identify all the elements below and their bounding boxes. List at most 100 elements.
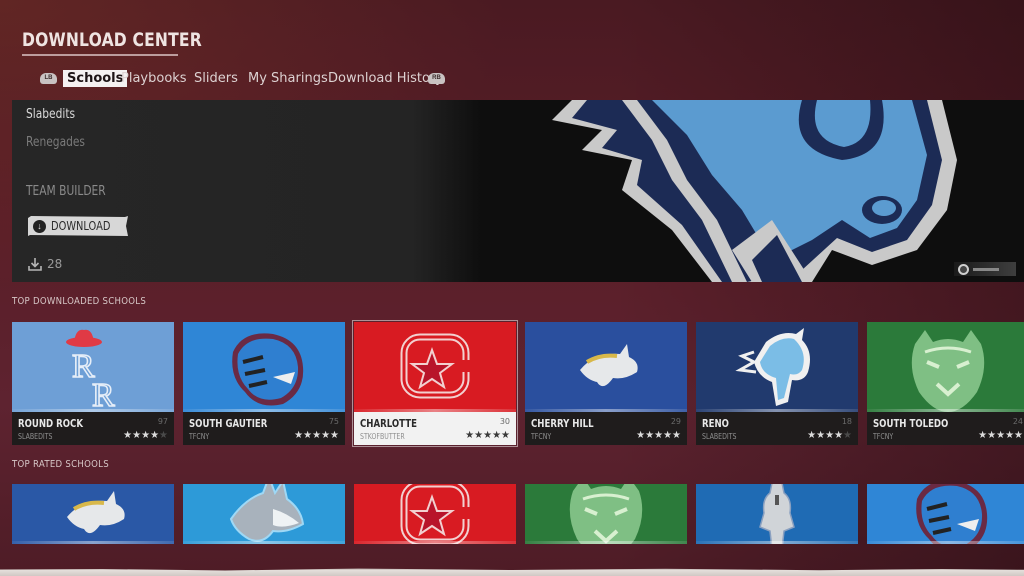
star-filled-icon: ★ — [150, 430, 160, 441]
school-name: CHERRY HILL — [531, 417, 594, 430]
school-card[interactable]: SOUTH GAUTIER TFCNY 75 ★ ★ ★ ★ ★ — [183, 322, 345, 445]
school-card[interactable] — [525, 484, 687, 544]
featured-author: Slabedits — [26, 107, 76, 122]
download-arrow-icon: ↓ — [33, 219, 46, 233]
star-rating: ★ ★ ★ ★ ★ — [978, 431, 1023, 441]
star-empty-icon: ★ — [159, 430, 168, 441]
star-filled-icon: ★ — [330, 430, 339, 441]
card-art — [183, 484, 345, 544]
knight-logo-icon — [759, 484, 795, 544]
card-info: SOUTH TOLEDO TFCNY 24 ★ ★ ★ ★ ★ — [867, 412, 1024, 445]
card-art — [696, 322, 858, 412]
right-stick-icon — [958, 263, 969, 275]
green-tiger-logo-icon — [911, 330, 985, 412]
school-card[interactable]: RR ROUND ROCK SLABEDITS 97 ★ ★ ★ ★ ★ — [12, 322, 174, 445]
star-filled-icon: ★ — [1005, 430, 1015, 441]
tab-sliders[interactable]: Sliders — [190, 70, 242, 87]
horse-logo-icon — [735, 328, 810, 406]
featured-banner[interactable]: Slabedits Renegades TEAM BUILDER ↓ DOWNL… — [12, 100, 1024, 282]
top-rated-row — [12, 484, 1024, 544]
school-card[interactable]: CHERRY HILL TFCNY 29 ★ ★ ★ ★ ★ — [525, 322, 687, 445]
school-name: SOUTH TOLEDO — [873, 417, 949, 430]
star-filled-icon: ★ — [654, 430, 664, 441]
tab-my-sharings[interactable]: My Sharings — [244, 70, 332, 87]
card-art — [354, 484, 516, 544]
rr-cowboy-hat-logo-icon: RR — [66, 329, 116, 412]
download-count: 18 — [841, 417, 852, 426]
tab-playbooks[interactable]: Playbooks — [117, 70, 191, 87]
card-art: RR — [12, 322, 174, 412]
school-card[interactable] — [12, 484, 174, 544]
star-filled-icon: ★ — [141, 430, 151, 441]
featured-team-name: Renegades — [26, 135, 85, 150]
star-filled-icon: ★ — [816, 430, 826, 441]
green-tiger-logo-icon — [569, 484, 643, 544]
star-filled-icon: ★ — [987, 430, 997, 441]
download-count: 97 — [157, 417, 168, 426]
school-author: TFCNY — [873, 432, 894, 441]
star-filled-icon: ★ — [501, 430, 510, 441]
star-filled-icon: ★ — [834, 430, 844, 441]
star-filled-icon: ★ — [996, 430, 1006, 441]
star-filled-icon: ★ — [465, 430, 475, 441]
download-count: 29 — [670, 417, 681, 426]
husky-logo-icon — [229, 484, 305, 542]
star-filled-icon: ★ — [492, 430, 502, 441]
tab-bar: LB Schools Playbooks Sliders My Sharings… — [40, 68, 445, 88]
school-card[interactable] — [183, 484, 345, 544]
download-button[interactable]: ↓ DOWNLOAD — [28, 216, 128, 236]
star-filled-icon: ★ — [321, 430, 331, 441]
featured-category: TEAM BUILDER — [26, 184, 106, 199]
card-info: SOUTH GAUTIER TFCNY 75 ★ ★ ★ ★ ★ — [183, 412, 345, 445]
star-filled-icon: ★ — [672, 430, 681, 441]
school-card[interactable]: RENO SLABEDITS 18 ★ ★ ★ ★ ★ — [696, 322, 858, 445]
download-count: 30 — [499, 417, 510, 426]
tiger-logo-icon — [232, 333, 304, 406]
star-filled-icon: ★ — [807, 430, 817, 441]
torn-paper-edge — [0, 568, 1024, 576]
star-rating: ★ ★ ★ ★ ★ — [636, 431, 681, 441]
school-card[interactable] — [696, 484, 858, 544]
school-card[interactable] — [354, 484, 516, 544]
school-name: ROUND ROCK — [18, 417, 84, 430]
school-card[interactable] — [867, 484, 1024, 544]
page-title: DOWNLOAD CENTER — [22, 29, 202, 51]
star-filled-icon: ★ — [294, 430, 304, 441]
download-count: 28 — [28, 257, 62, 271]
c-star-logo-icon — [400, 333, 471, 399]
right-stick-scroll-control[interactable] — [954, 262, 1016, 276]
star-rating: ★ ★ ★ ★ ★ — [465, 431, 510, 441]
download-tray-icon — [28, 257, 42, 271]
card-info: CHARLOTTE STKOFBUTTER 30 ★ ★ ★ ★ ★ — [354, 412, 516, 445]
school-card-selected[interactable]: CHARLOTTE STKOFBUTTER 30 ★ ★ ★ ★ ★ — [352, 320, 518, 447]
school-author: STKOFBUTTER — [360, 432, 405, 441]
download-button-label: DOWNLOAD — [51, 219, 111, 233]
card-art — [354, 322, 516, 412]
star-filled-icon: ★ — [645, 430, 655, 441]
star-filled-icon: ★ — [825, 430, 835, 441]
rb-bumper-icon[interactable]: RB — [428, 72, 445, 84]
star-filled-icon: ★ — [483, 430, 493, 441]
star-filled-icon: ★ — [123, 430, 133, 441]
school-name: CHARLOTTE — [360, 417, 417, 430]
star-rating: ★ ★ ★ ★ ★ — [807, 431, 852, 441]
school-name: SOUTH GAUTIER — [189, 417, 268, 430]
star-filled-icon: ★ — [663, 430, 673, 441]
title-underline — [22, 54, 178, 56]
top-downloaded-row: RR ROUND ROCK SLABEDITS 97 ★ ★ ★ ★ ★ SOUTH G… — [12, 320, 1024, 447]
star-filled-icon: ★ — [312, 430, 322, 441]
card-art — [525, 322, 687, 412]
top-rated-label: TOP RATED SCHOOLS — [12, 459, 109, 470]
school-author: SLABEDITS — [18, 432, 53, 441]
card-info: RENO SLABEDITS 18 ★ ★ ★ ★ ★ — [696, 412, 858, 445]
star-filled-icon: ★ — [474, 430, 484, 441]
star-filled-icon: ★ — [1014, 430, 1023, 441]
lb-bumper-icon[interactable]: LB — [40, 72, 57, 84]
bull-logo-icon — [67, 491, 125, 534]
svg-text:R: R — [92, 377, 115, 412]
download-count: 24 — [1012, 417, 1023, 426]
school-card[interactable]: SOUTH TOLEDO TFCNY 24 ★ ★ ★ ★ ★ — [867, 322, 1024, 445]
card-art — [12, 484, 174, 544]
tiger-logo-icon — [916, 484, 988, 544]
download-count: 75 — [328, 417, 339, 426]
